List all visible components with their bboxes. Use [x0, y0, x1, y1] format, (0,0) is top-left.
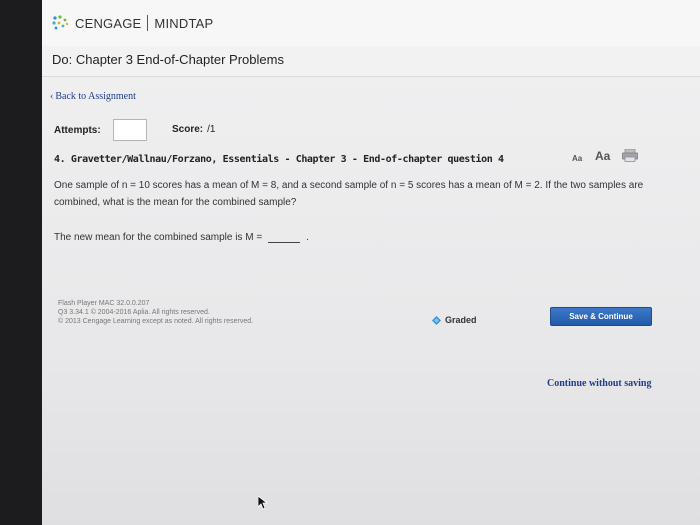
chevron-left-icon: ‹ — [50, 91, 54, 102]
score-value: /1 — [207, 124, 216, 135]
credit-line: Q3 3.34.1 © 2004-2016 Aplia. All rights … — [58, 309, 210, 316]
attempts-box — [112, 119, 147, 141]
credit-line: Flash Player MAC 32.0.0.207 — [58, 300, 150, 307]
mouse-cursor-icon — [258, 496, 268, 510]
score-display: Score:/1 — [172, 124, 215, 135]
continue-without-saving-link[interactable]: Continue without saving — [547, 378, 651, 389]
text-size-large-button[interactable]: Aa — [595, 149, 610, 163]
attempts-row: Attempts: — [54, 119, 147, 141]
question-number: 4. — [54, 154, 66, 165]
score-label: Score: — [172, 124, 204, 135]
cengage-burst-icon — [52, 15, 69, 30]
question-text: One sample of n = 10 scores has a mean o… — [54, 180, 644, 208]
attempts-label: Attempts: — [54, 124, 101, 136]
graded-icon — [432, 315, 441, 325]
back-to-assignment-link[interactable]: ‹ Back to Assignment — [50, 91, 136, 102]
page-title: Do: Chapter 3 End-of-Chapter Problems — [52, 52, 284, 67]
credit-line: © 2013 Cengage Learning except as noted.… — [58, 318, 254, 325]
page-title-bar: Do: Chapter 3 End-of-Chapter Problems — [42, 46, 700, 77]
graded-label: Graded — [445, 315, 477, 325]
answer-suffix: . — [306, 232, 309, 243]
graded-indicator: Graded — [432, 315, 477, 325]
answer-row: The new mean for the combined sample is … — [54, 232, 309, 243]
save-continue-button[interactable]: Save & Continue — [550, 307, 652, 326]
brand-name: CENGAGE — [75, 15, 142, 31]
answer-prompt: The new mean for the combined sample is … — [54, 232, 263, 243]
cengage-logo: CENGAGE MINDTAP — [52, 15, 213, 31]
back-link-label: Back to Assignment — [55, 91, 136, 102]
top-bar: CENGAGE MINDTAP — [42, 0, 700, 47]
assignment-panel: ‹ Back to Assignment Attempts: Score:/1 4… — [42, 77, 700, 525]
answer-input[interactable] — [268, 232, 301, 243]
question-heading: 4. Gravetter/Wallnau/Forzano, Essentials… — [54, 154, 504, 165]
text-size-small-button[interactable]: Aa — [572, 154, 582, 163]
product-name: MINDTAP — [154, 15, 214, 31]
footer-credits: Flash Player MAC 32.0.0.207 Q3 3.34.1 © … — [58, 299, 253, 326]
brand-divider — [147, 15, 149, 31]
print-icon[interactable] — [622, 149, 638, 162]
mindtap-screen: CENGAGE MINDTAP Do: Chapter 3 End-of-Cha… — [42, 0, 700, 525]
question-title: Gravetter/Wallnau/Forzano, Essentials - … — [70, 154, 504, 165]
